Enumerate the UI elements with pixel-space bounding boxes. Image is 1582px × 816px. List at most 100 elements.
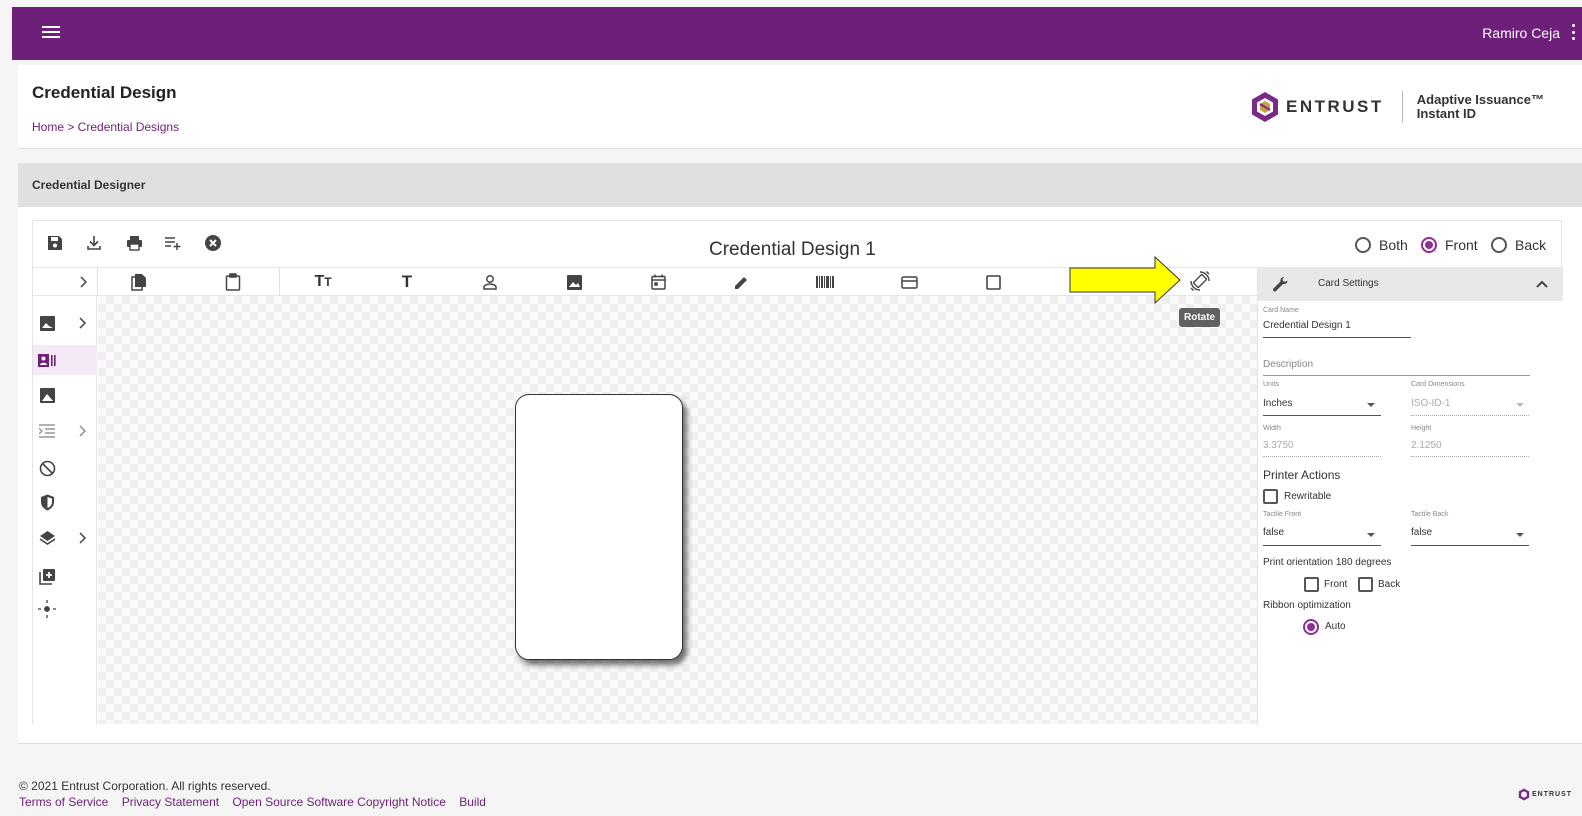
calendar-icon[interactable] — [648, 272, 668, 292]
units-label: Units — [1263, 381, 1279, 388]
person-icon[interactable] — [480, 272, 500, 292]
logo-divider — [1401, 91, 1403, 123]
copy-icon[interactable] — [129, 272, 149, 292]
image-icon[interactable] — [564, 272, 584, 292]
footer-copyright: © 2021 Entrust Corporation. All rights r… — [19, 779, 271, 793]
ribbon-auto-radio[interactable] — [1303, 619, 1319, 635]
description-field[interactable]: Description — [1263, 359, 1313, 370]
credit-card-icon[interactable] — [899, 272, 919, 292]
dropdown-caret-icon[interactable] — [1516, 403, 1524, 407]
side-back-label: Back — [1515, 237, 1547, 253]
orientation-back-label: Back — [1378, 579, 1401, 590]
rail-item-list[interactable] — [33, 416, 97, 446]
radio-unchecked-icon[interactable] — [1491, 237, 1507, 253]
units-select[interactable]: Inches — [1263, 398, 1292, 409]
product-line-1: Adaptive Issuance™ — [1416, 92, 1544, 107]
tactile-front-underline — [1263, 545, 1381, 546]
rotate-icon[interactable] — [1189, 270, 1211, 292]
terms-link[interactable]: Terms of Service — [19, 795, 108, 809]
height-underline — [1411, 456, 1529, 457]
text-size-icon[interactable]: TT — [313, 272, 333, 292]
page-header: Credential Design Home > Credential Desi… — [18, 65, 1582, 149]
print-icon[interactable] — [124, 233, 144, 253]
playlist-add-icon[interactable] — [163, 233, 183, 253]
section-header: Credential Designer — [18, 163, 1582, 207]
dropdown-caret-icon[interactable] — [1367, 403, 1375, 407]
rail-item-card[interactable] — [33, 345, 97, 375]
crosshair-icon — [38, 600, 56, 618]
design-title: Credential Design 1 — [709, 239, 876, 260]
pencil-icon[interactable] — [731, 272, 751, 292]
product-name: Adaptive Issuance™ Instant ID — [1417, 93, 1544, 121]
footer-brand: ENTRUST — [1532, 791, 1573, 798]
wrench-icon — [1272, 277, 1288, 292]
dimensions-select[interactable]: ISO-ID-1 — [1411, 398, 1450, 409]
toolbar-divider — [97, 268, 98, 296]
side-front-radio[interactable]: Front — [1421, 237, 1478, 253]
orientation-front-checkbox[interactable] — [1304, 577, 1319, 592]
card-settings-header[interactable]: Card Settings — [1258, 267, 1563, 301]
tactile-front-label: Tactile Front — [1263, 511, 1302, 518]
width-field[interactable]: 3.3750 — [1263, 440, 1294, 451]
footer-links: Terms of Service Privacy Statement Open … — [19, 795, 496, 809]
hamburger-menu-icon[interactable] — [42, 23, 60, 41]
more-vert-icon[interactable] — [1572, 24, 1576, 40]
save-icon[interactable] — [45, 233, 65, 253]
side-front-label: Front — [1445, 237, 1478, 253]
side-back-radio[interactable]: Back — [1491, 237, 1546, 253]
top-app-bar: Ramiro Ceja — [12, 7, 1582, 60]
rectangle-icon[interactable] — [983, 272, 1003, 292]
tactile-back-select[interactable]: false — [1411, 527, 1432, 538]
dropdown-caret-icon[interactable] — [1367, 533, 1375, 537]
rail-item-block[interactable] — [33, 453, 97, 483]
chevron-right-icon[interactable] — [77, 314, 89, 332]
designer-workspace: Credential Design 1 Both Front Back T T … — [32, 220, 1563, 724]
width-label: Width — [1263, 425, 1281, 432]
card-name-field[interactable]: Credential Design 1 — [1263, 320, 1351, 331]
ribbon-auto-label: Auto — [1325, 621, 1346, 632]
rotate-tooltip: Rotate — [1179, 308, 1221, 327]
design-canvas[interactable] — [98, 296, 1257, 724]
radio-checked-icon[interactable] — [1421, 237, 1437, 253]
breadcrumb[interactable]: Home > Credential Designs — [32, 120, 179, 134]
rail-item-background[interactable] — [33, 308, 97, 338]
left-rail — [33, 296, 97, 724]
expand-chevron-icon[interactable] — [73, 272, 93, 292]
build-link[interactable]: Build — [459, 795, 486, 809]
paste-icon[interactable] — [223, 272, 243, 292]
barcode-icon[interactable] — [815, 272, 835, 292]
print-orientation-label: Print orientation 180 degrees — [1263, 557, 1392, 568]
orientation-back-checkbox[interactable] — [1358, 577, 1373, 592]
rail-item-position[interactable] — [33, 594, 97, 624]
brand-logo: ENTRUST Adaptive Issuance™ Instant ID — [1250, 91, 1544, 123]
download-icon[interactable] — [84, 233, 104, 253]
dropdown-caret-icon[interactable] — [1516, 533, 1524, 537]
description-underline — [1263, 375, 1530, 376]
user-name[interactable]: Ramiro Ceja — [1482, 25, 1560, 41]
tactile-front-select[interactable]: false — [1263, 527, 1284, 538]
add-box-icon — [38, 567, 56, 585]
oss-notice-link[interactable]: Open Source Software Copyright Notice — [232, 795, 445, 809]
privacy-link[interactable]: Privacy Statement — [122, 795, 219, 809]
app-root: Ramiro Ceja Credential Design Home > Cre… — [0, 0, 1582, 816]
rewritable-checkbox[interactable] — [1263, 489, 1278, 504]
credential-card[interactable] — [515, 394, 683, 660]
rail-item-layers[interactable] — [33, 523, 97, 553]
rail-item-image[interactable] — [33, 380, 97, 410]
product-line-2: Instant ID — [1416, 106, 1477, 121]
height-field[interactable]: 2.1250 — [1411, 440, 1442, 451]
text-icon[interactable]: T — [397, 272, 417, 292]
units-underline — [1263, 415, 1381, 416]
rail-item-security[interactable] — [33, 487, 97, 517]
chevron-up-icon[interactable] — [1536, 280, 1548, 288]
chevron-right-icon[interactable] — [77, 422, 89, 440]
background-image-icon — [38, 314, 56, 332]
cancel-icon[interactable] — [203, 233, 223, 253]
rail-item-add[interactable] — [33, 561, 97, 591]
radio-unchecked-icon[interactable] — [1355, 237, 1371, 253]
side-both-radio[interactable]: Both — [1355, 237, 1408, 253]
chevron-right-icon[interactable] — [77, 529, 89, 547]
footer-logo: ENTRUST — [1518, 788, 1572, 801]
card-settings-title: Card Settings — [1318, 278, 1379, 289]
security-shield-icon — [38, 493, 56, 511]
